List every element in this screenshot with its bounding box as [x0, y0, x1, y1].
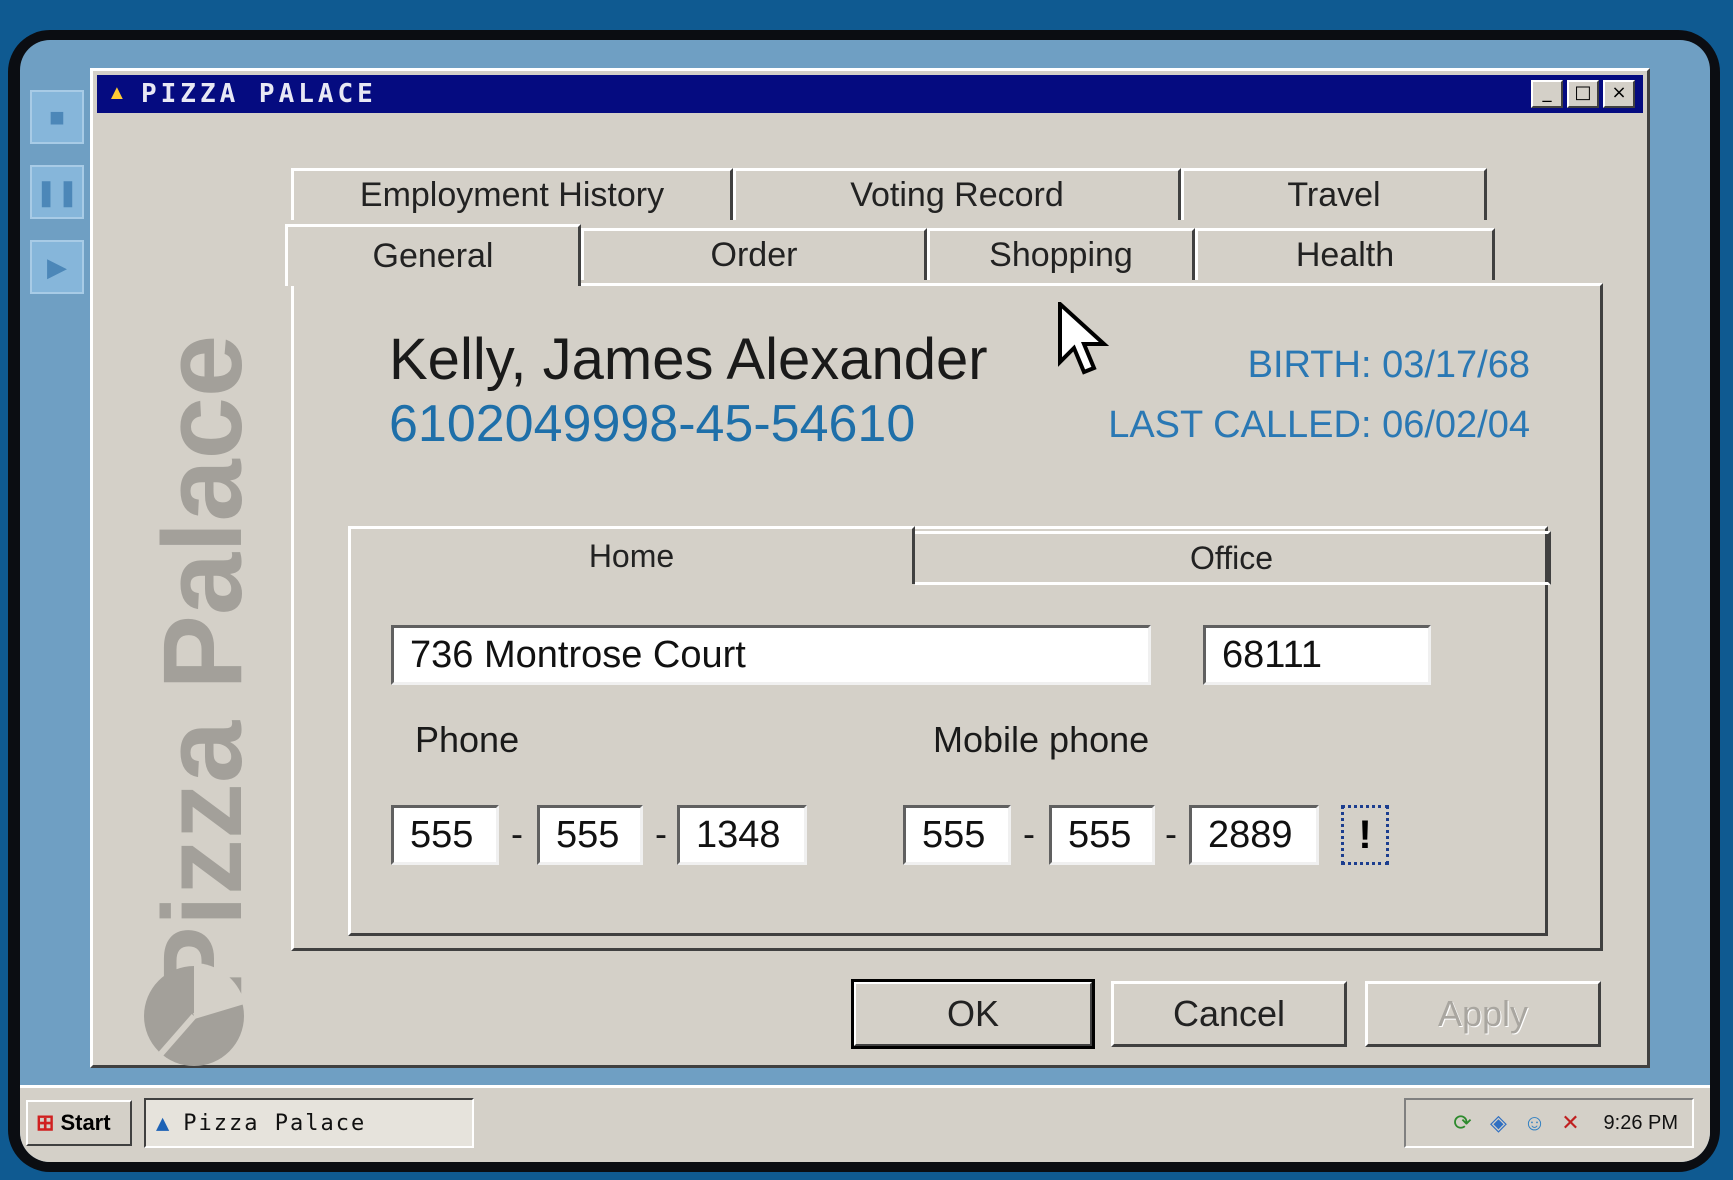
clock: 9:26 PM [1603, 1111, 1678, 1134]
window-title: PIZZA PALACE [141, 79, 377, 109]
alert-button[interactable]: ! [1341, 805, 1389, 865]
mobile-dash: - [1023, 813, 1035, 854]
phone-label: Phone [415, 719, 520, 760]
disconnected-icon[interactable]: ✕ [1558, 1110, 1584, 1136]
taskbar: ⊞ Start ▲ Pizza Palace ⟳ ◈ ☺ ✕ 9:26 PM [20, 1085, 1710, 1162]
tab-order[interactable]: Order [581, 228, 927, 280]
app-icon: ▲ [107, 82, 127, 104]
street-address-input[interactable]: 736 Montrose Court [391, 625, 1151, 685]
system-tray: ⟳ ◈ ☺ ✕ 9:26 PM [1404, 1098, 1694, 1148]
customer-name: Kelly, James Alexander [389, 327, 988, 392]
user-icon[interactable]: ☺ [1522, 1110, 1548, 1136]
tab-shopping[interactable]: Shopping [927, 228, 1195, 280]
sync-icon[interactable]: ⟳ [1450, 1110, 1476, 1136]
phone-dash: - [655, 813, 667, 854]
ok-button[interactable]: OK [851, 979, 1095, 1049]
tab-home[interactable]: Home [348, 526, 915, 584]
taskbar-item-pizza-palace[interactable]: ▲ Pizza Palace [144, 1098, 474, 1148]
tab-voting-record[interactable]: Voting Record [733, 168, 1181, 220]
desktop: ■ ❚❚ ▶ ▲ PIZZA PALACE _ □ × Pizza Palace… [20, 40, 1710, 1162]
tab-health[interactable]: Health [1195, 228, 1495, 280]
apply-button[interactable]: Apply [1365, 981, 1601, 1047]
minimize-button[interactable]: _ [1531, 80, 1563, 108]
mobile-phone-label: Mobile phone [933, 719, 1150, 760]
stop-icon[interactable]: ■ [30, 90, 84, 144]
birth-date: BIRTH: 03/17/68 [1247, 344, 1530, 386]
maximize-button[interactable]: □ [1567, 80, 1599, 108]
last-called-date: LAST CALLED: 06/02/04 [1108, 404, 1530, 446]
task-label: Pizza Palace [183, 1110, 367, 1136]
play-icon[interactable]: ▶ [30, 240, 84, 294]
pizza-palace-window: ▲ PIZZA PALACE _ □ × Pizza Palace Employ… [90, 68, 1650, 1068]
mouse-pointer-icon [1058, 302, 1110, 375]
app-icon: ▲ [156, 1110, 172, 1136]
cancel-button[interactable]: Cancel [1111, 981, 1347, 1047]
tab-general[interactable]: General [285, 224, 581, 286]
address-group: Home Office 736 Montrose Court 68111 Pho… [348, 526, 1551, 936]
mobile-area-input[interactable]: 555 [903, 805, 1011, 865]
pizza-logo-icon [144, 963, 245, 1066]
tab-office[interactable]: Office [915, 531, 1551, 585]
account-number: 6102049998-45-54610 [389, 395, 916, 453]
title-bar[interactable]: ▲ PIZZA PALACE _ □ × [97, 75, 1643, 113]
start-button[interactable]: ⊞ Start [26, 1100, 132, 1146]
windows-logo-icon: ⊞ [36, 1110, 55, 1135]
tab-travel[interactable]: Travel [1181, 168, 1487, 220]
zip-code-input[interactable]: 68111 [1203, 625, 1431, 685]
phone-area-input[interactable]: 555 [391, 805, 499, 865]
phone-line-input[interactable]: 1348 [677, 805, 807, 865]
mobile-dash: - [1165, 813, 1177, 854]
phone-dash: - [511, 813, 523, 854]
network-icon[interactable]: ◈ [1486, 1110, 1512, 1136]
phone-prefix-input[interactable]: 555 [537, 805, 643, 865]
mobile-line-input[interactable]: 2889 [1189, 805, 1319, 865]
tab-employment-history[interactable]: Employment History [291, 168, 733, 220]
start-label: Start [60, 1110, 111, 1135]
pause-icon[interactable]: ❚❚ [30, 165, 84, 219]
mobile-prefix-input[interactable]: 555 [1049, 805, 1155, 865]
general-tab-panel: Kelly, James Alexander 6102049998-45-546… [291, 283, 1603, 951]
close-button[interactable]: × [1603, 80, 1635, 108]
brand-wordmark: Pizza Palace [140, 334, 265, 1001]
